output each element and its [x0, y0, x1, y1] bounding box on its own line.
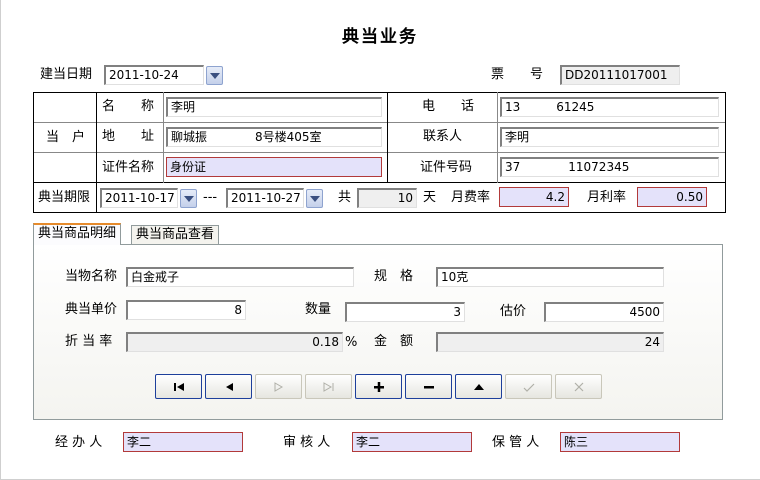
- id-type-field[interactable]: 身份证: [166, 157, 382, 177]
- last-record-icon: [323, 381, 333, 392]
- add-button[interactable]: [355, 374, 402, 399]
- item-name-field[interactable]: 白金戒子: [126, 267, 354, 287]
- keeper-label: 保 管 人: [492, 435, 540, 450]
- contact-field[interactable]: 李明: [500, 127, 719, 147]
- term-separator: ---: [203, 190, 218, 205]
- address-field[interactable]: 聊城振 8号楼405室: [166, 127, 382, 147]
- first-record-button[interactable]: [155, 374, 202, 399]
- spec-field[interactable]: 10克: [436, 267, 664, 287]
- handler-label: 经 办 人: [55, 435, 103, 450]
- estimate-field[interactable]: 4500: [544, 302, 664, 322]
- edit-up-icon: [473, 383, 484, 390]
- interest-rate-field[interactable]: 0.50: [637, 187, 707, 207]
- days-field: 10: [357, 188, 417, 208]
- grid-line: [33, 212, 726, 213]
- contact-label: 联系人: [423, 129, 463, 144]
- delete-icon: [423, 385, 434, 388]
- spec-label: 规 格: [374, 269, 414, 284]
- name-label: 名 称: [102, 99, 155, 114]
- ticket-no-label: 票 号: [491, 67, 544, 82]
- delete-button[interactable]: [405, 374, 452, 399]
- chevron-down-icon: [310, 196, 320, 202]
- id-no-label: 证件号码: [420, 160, 473, 175]
- tab-item-detail[interactable]: 典当商品明细: [33, 223, 122, 245]
- name-field[interactable]: 李明: [166, 97, 382, 117]
- item-name-label: 当物名称: [65, 269, 118, 284]
- term-start-dropdown[interactable]: [180, 189, 197, 208]
- grid-line: [96, 92, 97, 213]
- amount-label: 金 额: [374, 334, 414, 349]
- grid-line: [33, 92, 726, 93]
- days-unit-label: 天: [423, 190, 437, 205]
- fee-rate-label: 月费率: [451, 190, 491, 205]
- edit-button[interactable]: [455, 374, 502, 399]
- id-type-label: 证件名称: [102, 160, 155, 175]
- save-button[interactable]: [505, 374, 552, 399]
- keeper-field[interactable]: 陈三: [560, 432, 680, 452]
- total-label: 共: [338, 190, 352, 205]
- add-icon: [373, 381, 384, 392]
- pawn-date-field[interactable]: 2011-10-24: [104, 65, 204, 85]
- grid-line: [163, 92, 164, 183]
- discount-rate-label: 折 当 率: [65, 334, 113, 349]
- cancel-button[interactable]: [555, 374, 602, 399]
- grid-line: [33, 182, 726, 183]
- handler-field[interactable]: 李二: [123, 432, 243, 452]
- cancel-x-icon: [574, 382, 583, 391]
- reviewer-label: 审 核 人: [283, 435, 331, 450]
- next-record-button[interactable]: [255, 374, 302, 399]
- pawner-group-label: 当 户: [46, 130, 86, 145]
- quantity-field[interactable]: 3: [345, 302, 465, 322]
- term-end-dropdown[interactable]: [306, 189, 323, 208]
- grid-line: [497, 92, 498, 183]
- next-record-icon: [274, 381, 283, 392]
- grid-line: [387, 92, 388, 183]
- prev-record-icon: [225, 382, 233, 391]
- page-title: 典当业务: [342, 27, 418, 47]
- id-no-field[interactable]: 37 11072345: [500, 157, 719, 177]
- chevron-down-icon: [184, 196, 194, 202]
- term-end-field[interactable]: 2011-10-27: [226, 188, 304, 208]
- discount-rate-field: 0.18: [126, 332, 343, 352]
- pawn-date-label: 建当日期: [40, 67, 93, 82]
- term-label: 典当期限: [38, 190, 91, 205]
- phone-label: 电 话: [422, 99, 475, 114]
- reviewer-field[interactable]: 李二: [352, 432, 472, 452]
- unit-price-field[interactable]: 8: [126, 300, 246, 320]
- save-check-icon: [523, 383, 534, 392]
- estimate-label: 估价: [500, 304, 527, 319]
- tab-item-view[interactable]: 典当商品查看: [131, 225, 220, 245]
- fee-rate-field[interactable]: 4.2: [499, 187, 569, 207]
- first-record-icon: [173, 382, 184, 391]
- prev-record-button[interactable]: [205, 374, 252, 399]
- grid-line: [33, 152, 726, 153]
- unit-price-label: 典当单价: [65, 302, 118, 317]
- amount-field: 24: [436, 332, 664, 352]
- discount-unit-label: %: [345, 335, 358, 350]
- ticket-no-field: DD20111017001: [560, 65, 680, 85]
- quantity-label: 数量: [305, 302, 332, 317]
- last-record-button[interactable]: [305, 374, 352, 399]
- grid-line: [33, 92, 34, 213]
- term-start-field[interactable]: 2011-10-17: [100, 188, 178, 208]
- interest-rate-label: 月利率: [587, 190, 627, 205]
- chevron-down-icon: [210, 73, 220, 79]
- phone-field[interactable]: 13 61245: [500, 97, 719, 117]
- address-label: 地 址: [102, 129, 155, 144]
- grid-line: [725, 92, 726, 213]
- grid-line: [33, 122, 726, 123]
- pawn-date-dropdown[interactable]: [206, 66, 223, 85]
